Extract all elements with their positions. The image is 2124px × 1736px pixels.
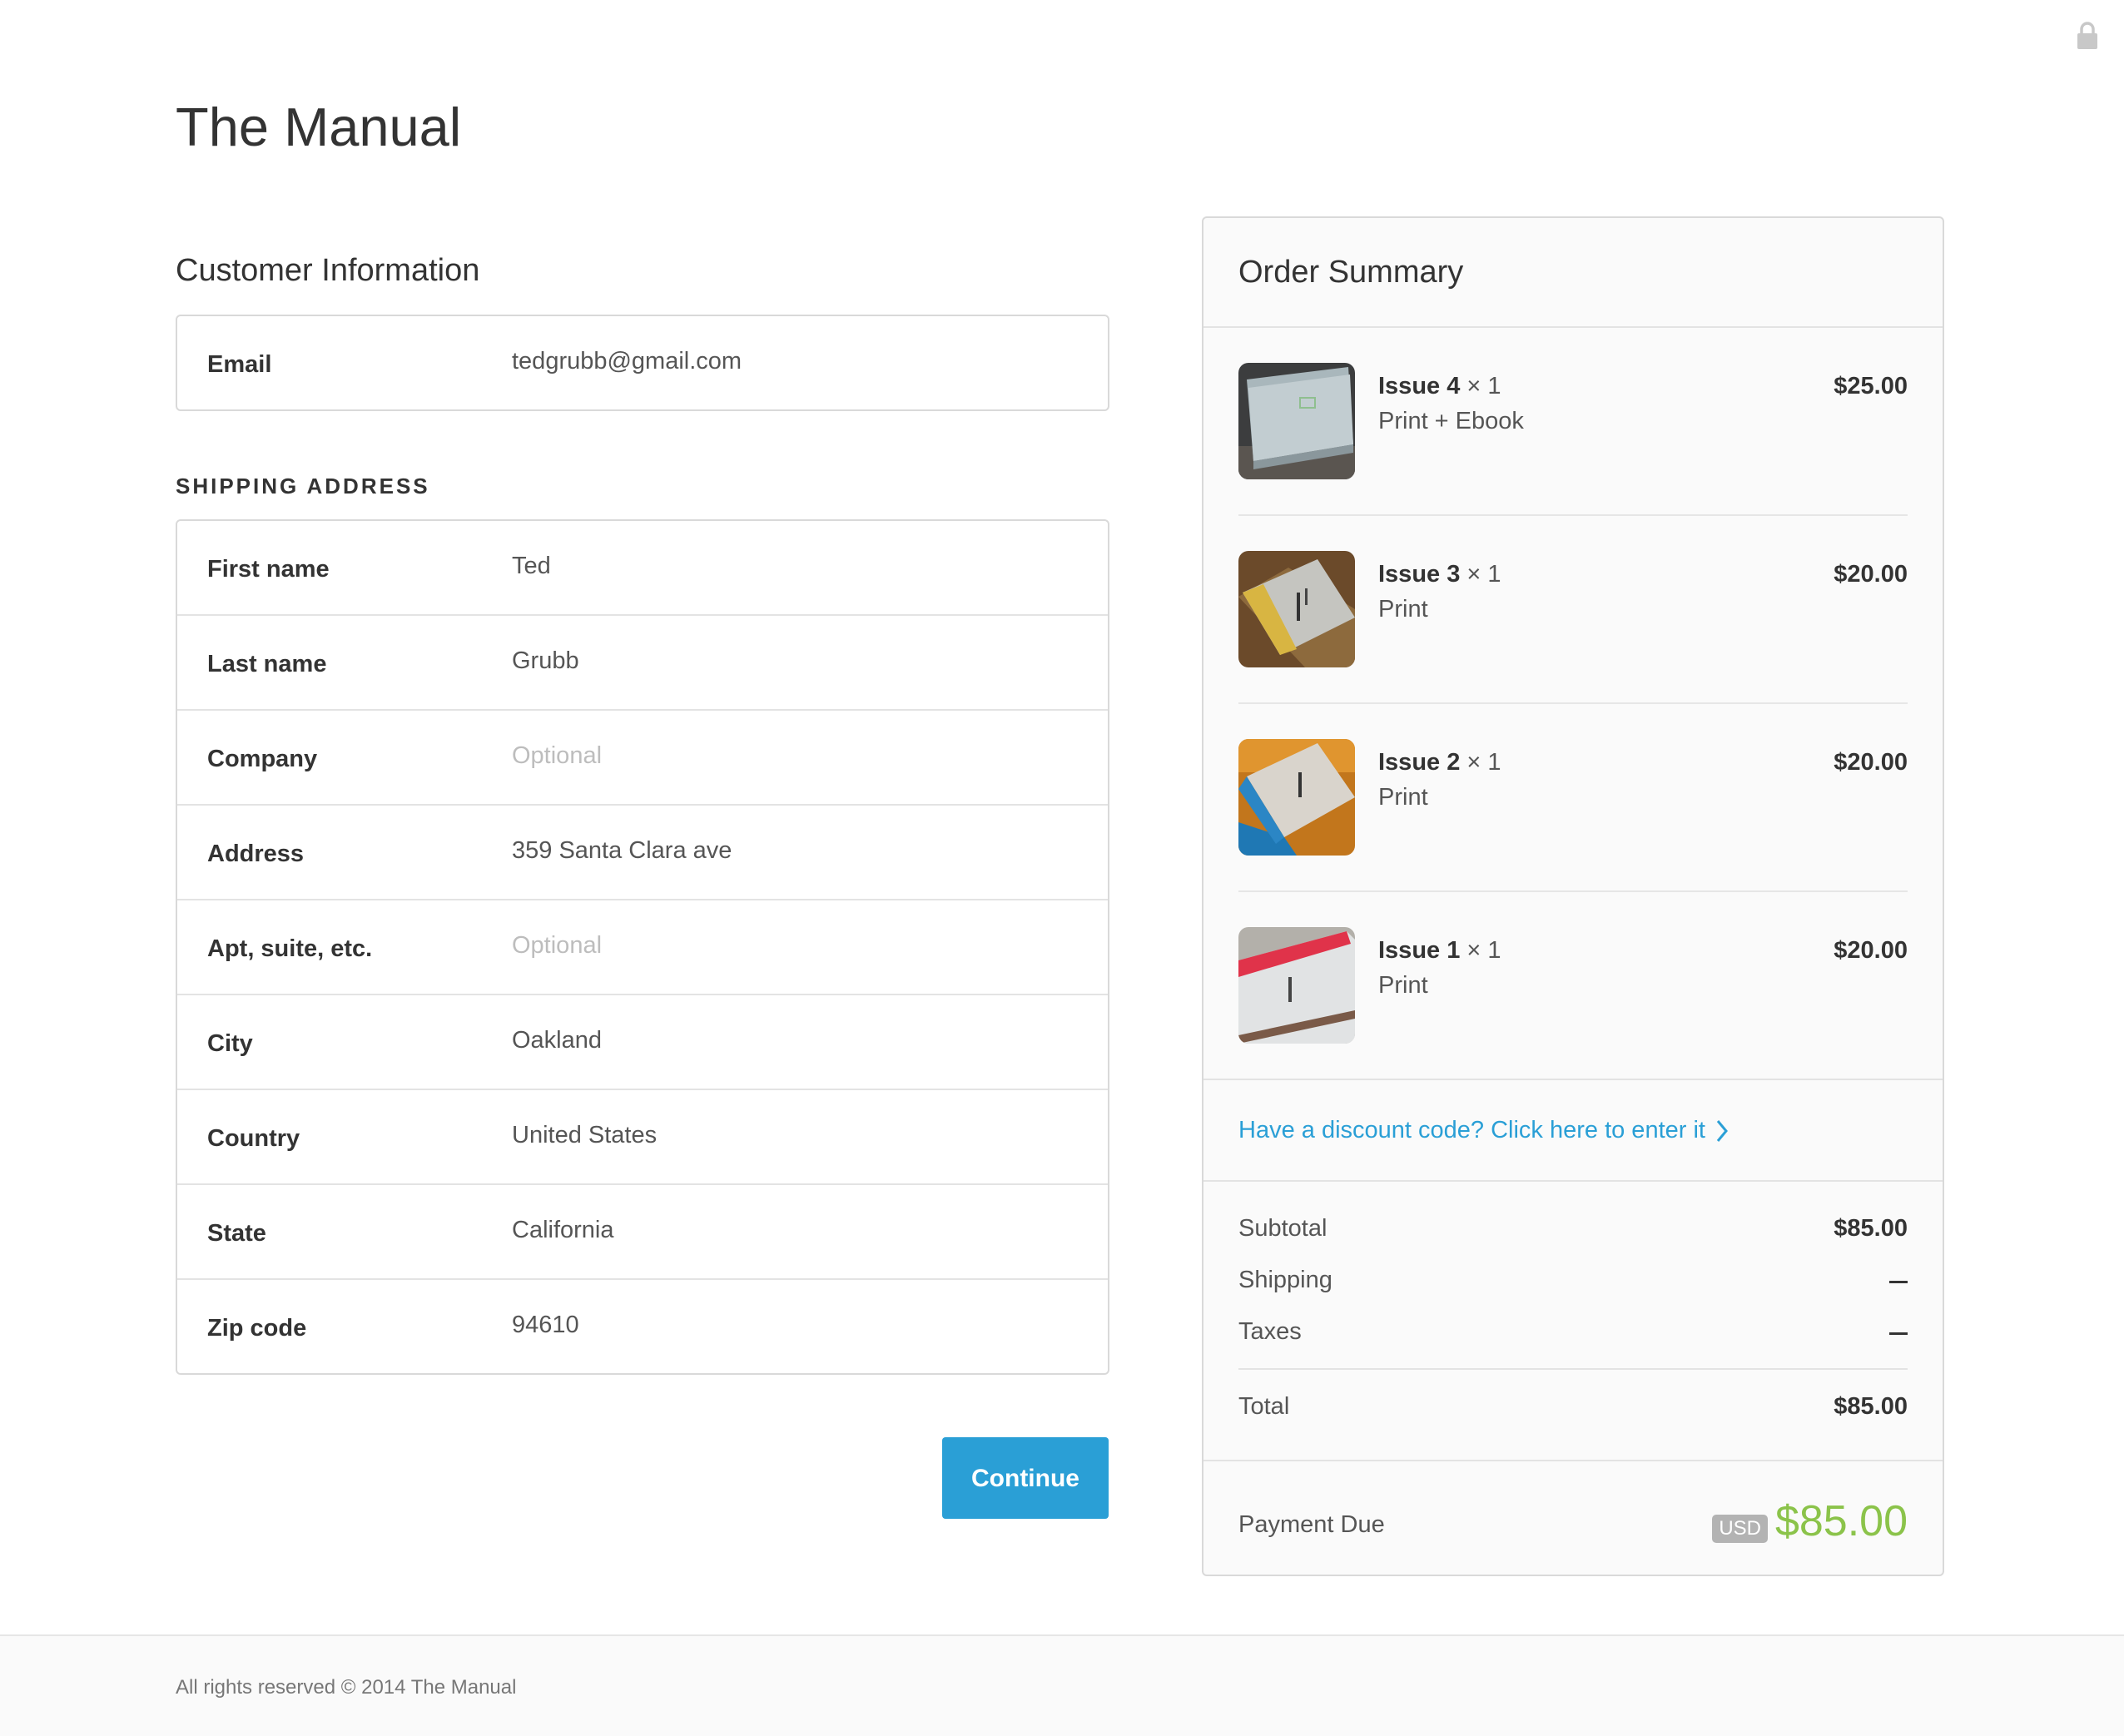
country-select[interactable]: United States	[512, 1122, 657, 1149]
city-label: City	[207, 1030, 253, 1057]
payment-due-label: Payment Due	[1238, 1511, 1385, 1538]
discount-code-link[interactable]: Have a discount code? Click here to ente…	[1238, 1117, 1729, 1144]
company-field[interactable]: Optional	[512, 742, 602, 770]
total-label: Total	[1238, 1393, 1290, 1420]
item-variant: Print	[1378, 596, 1428, 622]
payment-due-section: Payment Due USD $85.00	[1203, 1461, 1943, 1583]
country-label: Country	[207, 1125, 300, 1152]
zip-row[interactable]: Zip code 94610	[177, 1278, 1108, 1373]
address-field[interactable]: 359 Santa Clara ave	[512, 837, 732, 865]
first-name-label: First name	[207, 556, 330, 583]
apt-field[interactable]: Optional	[512, 932, 602, 960]
totals-divider	[1238, 1368, 1908, 1370]
city-row[interactable]: City Oakland	[177, 994, 1108, 1089]
apt-label: Apt, suite, etc.	[207, 935, 373, 962]
order-item: Issue 2 × 1 Print $20.00	[1238, 702, 1908, 890]
last-name-label: Last name	[207, 651, 327, 677]
item-variant: Print + Ebook	[1378, 408, 1524, 434]
subtotal-value: $85.00	[1834, 1215, 1908, 1242]
total-line: Total $85.00	[1238, 1393, 1908, 1421]
taxes-line: Taxes	[1238, 1318, 1908, 1346]
last-name-row[interactable]: Last name Grubb	[177, 614, 1108, 709]
item-price: $20.00	[1834, 561, 1908, 588]
item-price: $20.00	[1834, 749, 1908, 776]
order-summary-header: Order Summary	[1203, 218, 1943, 328]
product-thumbnail	[1238, 551, 1355, 667]
shipping-value-dash	[1889, 1281, 1908, 1283]
state-label: State	[207, 1220, 266, 1247]
item-variant: Print	[1378, 972, 1428, 999]
order-summary-title: Order Summary	[1238, 255, 1464, 290]
item-name: Issue 2 × 1	[1378, 749, 1501, 776]
order-item: Issue 1 × 1 Print $20.00	[1238, 890, 1908, 1079]
first-name-row[interactable]: First name Ted	[177, 521, 1108, 614]
shipping-line: Shipping	[1238, 1267, 1908, 1294]
zip-field[interactable]: 94610	[512, 1312, 579, 1339]
item-price: $25.00	[1834, 373, 1908, 399]
shipping-label: Shipping	[1238, 1267, 1332, 1293]
email-label: Email	[207, 351, 272, 378]
product-thumbnail	[1238, 363, 1355, 479]
brand-title[interactable]: The Manual	[176, 90, 461, 165]
address-label: Address	[207, 841, 305, 867]
item-name: Issue 3 × 1	[1378, 561, 1501, 588]
chevron-right-icon	[1716, 1119, 1728, 1142]
product-thumbnail	[1238, 927, 1355, 1044]
order-item: Issue 3 × 1 Print $20.00	[1238, 514, 1908, 702]
order-item: Issue 4 × 1 Print + Ebook $25.00	[1238, 328, 1908, 514]
currency-badge: USD	[1712, 1515, 1768, 1543]
city-field[interactable]: Oakland	[512, 1027, 602, 1054]
footer: All rights reserved © 2014 The Manual	[0, 1634, 2124, 1736]
zip-label: Zip code	[207, 1315, 307, 1342]
discount-link-label: Have a discount code? Click here to ente…	[1238, 1117, 1705, 1143]
total-value: $85.00	[1834, 1393, 1908, 1420]
subtotal-line: Subtotal $85.00	[1238, 1215, 1908, 1242]
shipping-address-title: SHIPPING ADDRESS	[176, 474, 430, 498]
country-row[interactable]: Country United States	[177, 1089, 1108, 1183]
apt-row[interactable]: Apt, suite, etc. Optional	[177, 899, 1108, 994]
payment-due-amount: $85.00	[1774, 1497, 1908, 1545]
lock-icon	[2077, 22, 2097, 49]
item-name: Issue 4 × 1	[1378, 373, 1501, 399]
item-name: Issue 1 × 1	[1378, 937, 1501, 964]
last-name-field[interactable]: Grubb	[512, 647, 579, 675]
discount-section: Have a discount code? Click here to ente…	[1203, 1079, 1943, 1182]
state-select[interactable]: California	[512, 1217, 614, 1244]
customer-form: Customer Information Email tedgrubb@gmai…	[176, 241, 1109, 1375]
company-label: Company	[207, 746, 318, 772]
item-price: $20.00	[1834, 937, 1908, 964]
order-items: Issue 4 × 1 Print + Ebook $25.00 Issue 3…	[1203, 328, 1943, 1079]
taxes-value-dash	[1889, 1332, 1908, 1335]
shipping-address-card: First name Ted Last name Grubb Company O…	[176, 519, 1109, 1375]
order-summary: Order Summary Issue 4 × 1 Print + Ebook …	[1202, 216, 1944, 1576]
taxes-label: Taxes	[1238, 1318, 1302, 1345]
email-row[interactable]: Email tedgrubb@gmail.com	[177, 316, 1108, 409]
customer-info-title: Customer Information	[176, 253, 480, 288]
state-row[interactable]: State California	[177, 1183, 1108, 1278]
address-row[interactable]: Address 359 Santa Clara ave	[177, 804, 1108, 899]
item-variant: Print	[1378, 784, 1428, 811]
company-row[interactable]: Company Optional	[177, 709, 1108, 804]
subtotal-label: Subtotal	[1238, 1215, 1328, 1242]
product-thumbnail	[1238, 739, 1355, 856]
continue-button[interactable]: Continue	[942, 1437, 1109, 1519]
email-card: Email tedgrubb@gmail.com	[176, 315, 1109, 411]
email-field[interactable]: tedgrubb@gmail.com	[512, 348, 742, 375]
first-name-field[interactable]: Ted	[512, 553, 551, 580]
footer-copyright: All rights reserved © 2014 The Manual	[176, 1676, 517, 1699]
totals-section: Subtotal $85.00 Shipping Taxes Total $85…	[1203, 1182, 1943, 1461]
